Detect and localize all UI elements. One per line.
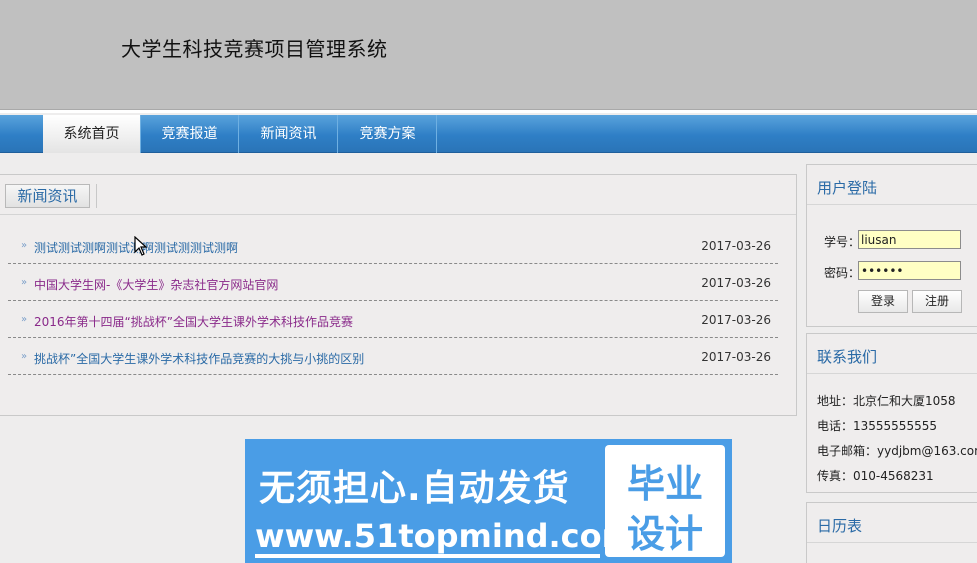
calendar-box-header: 日历表 (807, 503, 977, 543)
login-box: 用户登陆 学号： 密码： 登录 注册 (806, 164, 977, 327)
site-header: 大学生科技竞赛项目管理系统 (0, 0, 977, 110)
site-title: 大学生科技竞赛项目管理系统 (121, 37, 388, 61)
contact-fax: 传真：010-4568231 (817, 469, 934, 483)
news-date: 2017-03-26 (701, 276, 771, 290)
register-button[interactable]: 注册 (912, 290, 962, 313)
ad-banner[interactable]: 无须担心.自动发货 www.51topmind.com 毕业 设计 (245, 439, 732, 563)
bullet-icon: » (21, 277, 28, 288)
contact-address: 地址：北京仁和大厦1058 (817, 394, 956, 408)
news-link[interactable]: 2016年第十四届“挑战杯”全国大学生课外学术科技作品竞赛 (34, 313, 353, 330)
news-panel: 新闻资讯 » 测试测试测啊测试测啊测试测测试测啊 2017-03-26 » 中国… (0, 174, 797, 416)
ad-badge-line2: 设计 (626, 512, 703, 556)
header-divider (0, 110, 977, 113)
student-id-input[interactable] (858, 230, 961, 249)
news-row: » 挑战杯”全国大学生课外学术科技作品竞赛的大挑与小挑的区别 2017-03-2… (8, 338, 778, 375)
news-row: » 测试测试测啊测试测啊测试测测试测啊 2017-03-26 (8, 227, 778, 264)
login-button[interactable]: 登录 (858, 290, 908, 313)
news-link[interactable]: 挑战杯”全国大学生课外学术科技作品竞赛的大挑与小挑的区别 (34, 350, 364, 367)
news-date: 2017-03-26 (701, 350, 771, 364)
contact-phone: 电话：13555555555 (817, 419, 937, 433)
nav-item-competition-reports[interactable]: 竞赛报道 (141, 115, 239, 153)
nav-item-home[interactable]: 系统首页 (43, 115, 141, 153)
news-row: » 中国大学生网-《大学生》杂志社官方网站官网 2017-03-26 (8, 264, 778, 301)
contact-box: 联系我们 地址：北京仁和大厦1058 电话：13555555555 电子邮箱：y… (806, 333, 977, 493)
contact-email: 电子邮箱：yydjbm@163.com (817, 444, 977, 458)
news-link[interactable]: 中国大学生网-《大学生》杂志社官方网站官网 (34, 276, 278, 293)
news-date: 2017-03-26 (701, 313, 771, 327)
password-label: 密码： (824, 266, 861, 280)
student-id-label: 学号： (824, 235, 861, 249)
nav-item-news[interactable]: 新闻资讯 (240, 115, 338, 153)
ad-slogan: 无须担心.自动发货 (259, 468, 570, 509)
login-box-header: 用户登陆 (807, 165, 977, 205)
bullet-icon: » (21, 351, 28, 362)
news-panel-header: 新闻资讯 (0, 175, 796, 215)
ad-badge-line1: 毕业 (626, 462, 703, 506)
main-nav: 系统首页 竞赛报道 新闻资讯 竞赛方案 (0, 115, 977, 153)
ad-badge: 毕业 设计 (605, 445, 725, 557)
news-row: » 2016年第十四届“挑战杯”全国大学生课外学术科技作品竞赛 2017-03-… (8, 301, 778, 338)
login-title: 用户登陆 (817, 179, 878, 197)
contact-box-header: 联系我们 (807, 334, 977, 374)
nav-item-competition-plans[interactable]: 竞赛方案 (339, 115, 437, 153)
ad-url: www.51topmind.com (255, 517, 635, 555)
tab-news[interactable]: 新闻资讯 (5, 184, 90, 208)
contact-title: 联系我们 (817, 348, 878, 366)
calendar-title: 日历表 (817, 517, 863, 535)
bullet-icon: » (21, 240, 28, 251)
ad-underline (255, 554, 600, 558)
calendar-box: 日历表 (806, 502, 977, 563)
bullet-icon: » (21, 314, 28, 325)
mouse-cursor-icon (134, 236, 148, 256)
tab-divider (96, 184, 97, 208)
password-input[interactable] (858, 261, 961, 280)
news-date: 2017-03-26 (701, 239, 771, 253)
